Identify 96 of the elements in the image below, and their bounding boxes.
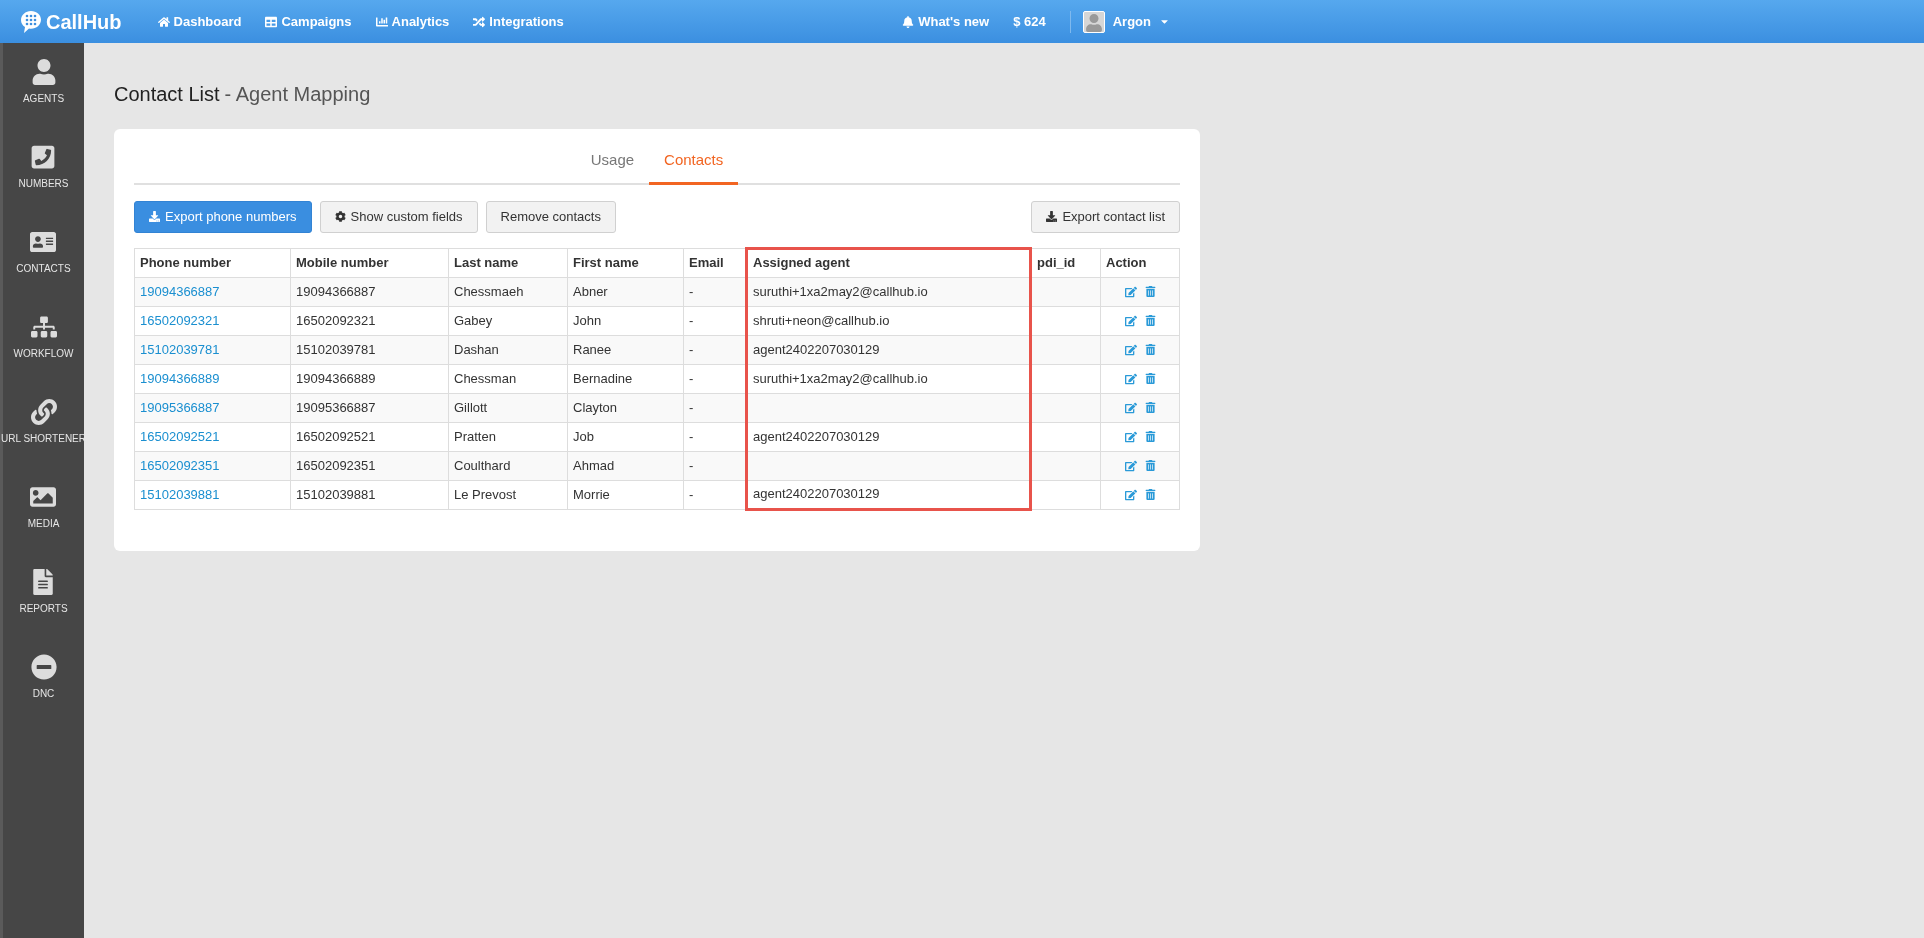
table-cell: Ahmad — [567, 451, 684, 480]
nav-link[interactable]: Dashboard — [157, 11, 242, 32]
table-cell: Gabey — [448, 306, 568, 335]
table-cell: 15102039881 — [290, 480, 449, 509]
column-header: First name — [567, 248, 684, 277]
sitemap-icon — [30, 314, 57, 340]
edit-icon[interactable] — [1124, 314, 1137, 327]
phone-link[interactable]: 19094366889 — [140, 370, 220, 386]
column-header: Phone number — [134, 248, 291, 277]
page-title: Contact List — [114, 82, 220, 107]
image-icon — [30, 484, 57, 510]
table-cell: 16502092351 — [290, 451, 449, 480]
table-cell: Ranee — [567, 335, 684, 364]
phone-link[interactable]: 19095366887 — [140, 399, 220, 415]
table-cell: Dashan — [448, 335, 568, 364]
contact-card-icon — [30, 229, 57, 255]
phone-link[interactable]: 16502092321 — [140, 312, 220, 328]
table-cell: 16502092521 — [290, 422, 449, 451]
column-header: pdi_id — [1030, 248, 1101, 277]
table-cell: 19095366887 — [290, 393, 449, 422]
trash-icon[interactable] — [1144, 488, 1156, 500]
phone-link[interactable]: 16502092351 — [140, 457, 220, 473]
sidebar-item[interactable]: DNC — [30, 654, 57, 701]
table-cell: Bernadine — [567, 364, 684, 393]
sidebar-item[interactable]: CONTACTS — [16, 229, 71, 276]
column-header: Email — [683, 248, 747, 277]
sidebar-item[interactable]: MEDIA — [27, 484, 60, 531]
trash-icon[interactable] — [1144, 372, 1156, 384]
table-cell: Morrie — [567, 480, 684, 509]
phone-link[interactable]: 15102039781 — [140, 341, 220, 357]
table-cell: 19094366887 — [290, 277, 449, 306]
table-cell: 19094366889 — [290, 364, 449, 393]
whats-new-link[interactable]: What's new — [902, 11, 990, 32]
table-cell: agent2402207030129 — [746, 480, 1031, 509]
app-logo-text: CallHub — [46, 9, 122, 35]
chat-bubble-logo-icon — [20, 9, 42, 34]
edit-icon[interactable] — [1124, 372, 1137, 385]
bar-chart-icon — [375, 15, 388, 28]
table-cell: 15102039781 — [290, 335, 449, 364]
toolbar-button[interactable]: Export phone numbers — [134, 200, 312, 233]
trash-icon[interactable] — [1144, 343, 1156, 355]
nav-link[interactable]: Analytics — [375, 11, 450, 32]
trash-icon[interactable] — [1144, 401, 1156, 413]
phone-link[interactable]: 19094366887 — [140, 283, 220, 299]
edit-icon[interactable] — [1124, 401, 1137, 414]
link-icon — [30, 399, 57, 425]
balance-amount: $ 624 — [1013, 12, 1046, 31]
edit-icon[interactable] — [1124, 488, 1137, 501]
nav-link[interactable]: Integrations — [473, 11, 564, 32]
sidebar-item[interactable]: REPORTS — [19, 569, 68, 616]
table-cell: Job — [567, 422, 684, 451]
tab[interactable]: Usage — [575, 149, 650, 185]
download-icon — [149, 211, 160, 222]
edit-icon[interactable] — [1124, 430, 1137, 443]
table-cell: 16502092321 — [290, 306, 449, 335]
person-icon — [30, 59, 57, 85]
table-cell: Pratten — [448, 422, 568, 451]
trash-icon[interactable] — [1144, 285, 1156, 297]
table-cell: Le Prevost — [448, 480, 568, 509]
column-header: Last name — [448, 248, 568, 277]
avatar-icon — [1082, 10, 1105, 33]
column-header: Mobile number — [290, 248, 449, 277]
shuffle-icon — [473, 15, 486, 28]
sidebar-item[interactable]: URL SHORTENER — [1, 399, 86, 446]
toolbar-button[interactable]: Remove contacts — [485, 200, 616, 233]
table-cell: Abner — [567, 277, 684, 306]
table-cell: Chessman — [448, 364, 568, 393]
column-header: Action — [1100, 248, 1180, 277]
sidebar-item[interactable]: NUMBERS — [18, 144, 69, 191]
trash-icon[interactable] — [1144, 314, 1156, 326]
table-cell: John — [567, 306, 684, 335]
phone-link[interactable]: 15102039881 — [140, 486, 220, 502]
edit-icon[interactable] — [1124, 459, 1137, 472]
download-icon — [1046, 211, 1058, 222]
sidebar-item[interactable]: WORKFLOW — [13, 314, 74, 361]
trash-icon[interactable] — [1144, 459, 1156, 471]
toolbar-button[interactable]: Show custom fields — [319, 200, 478, 233]
tab[interactable]: Contacts — [649, 149, 739, 185]
gear-icon — [334, 211, 346, 222]
export-contact-list-button[interactable]: Export contact list — [1031, 200, 1180, 233]
page-subtitle: - Agent Mapping — [224, 82, 371, 107]
home-icon — [157, 15, 170, 28]
phone-link[interactable]: 16502092521 — [140, 428, 220, 444]
user-menu[interactable]: Argon — [1069, 10, 1170, 33]
bell-icon — [902, 15, 915, 28]
trash-icon[interactable] — [1144, 430, 1156, 442]
table-cell: Chessmaeh — [448, 277, 568, 306]
edit-icon[interactable] — [1124, 285, 1137, 298]
nav-link[interactable]: Campaigns — [265, 11, 352, 32]
edit-icon[interactable] — [1124, 343, 1137, 356]
table-cell: Gillott — [448, 393, 568, 422]
table-cell: Clayton — [567, 393, 684, 422]
table-cell: Coulthard — [448, 451, 568, 480]
table-icon — [265, 15, 278, 28]
sidebar-item[interactable]: AGENTS — [22, 59, 65, 106]
phone-card-icon — [30, 144, 57, 170]
